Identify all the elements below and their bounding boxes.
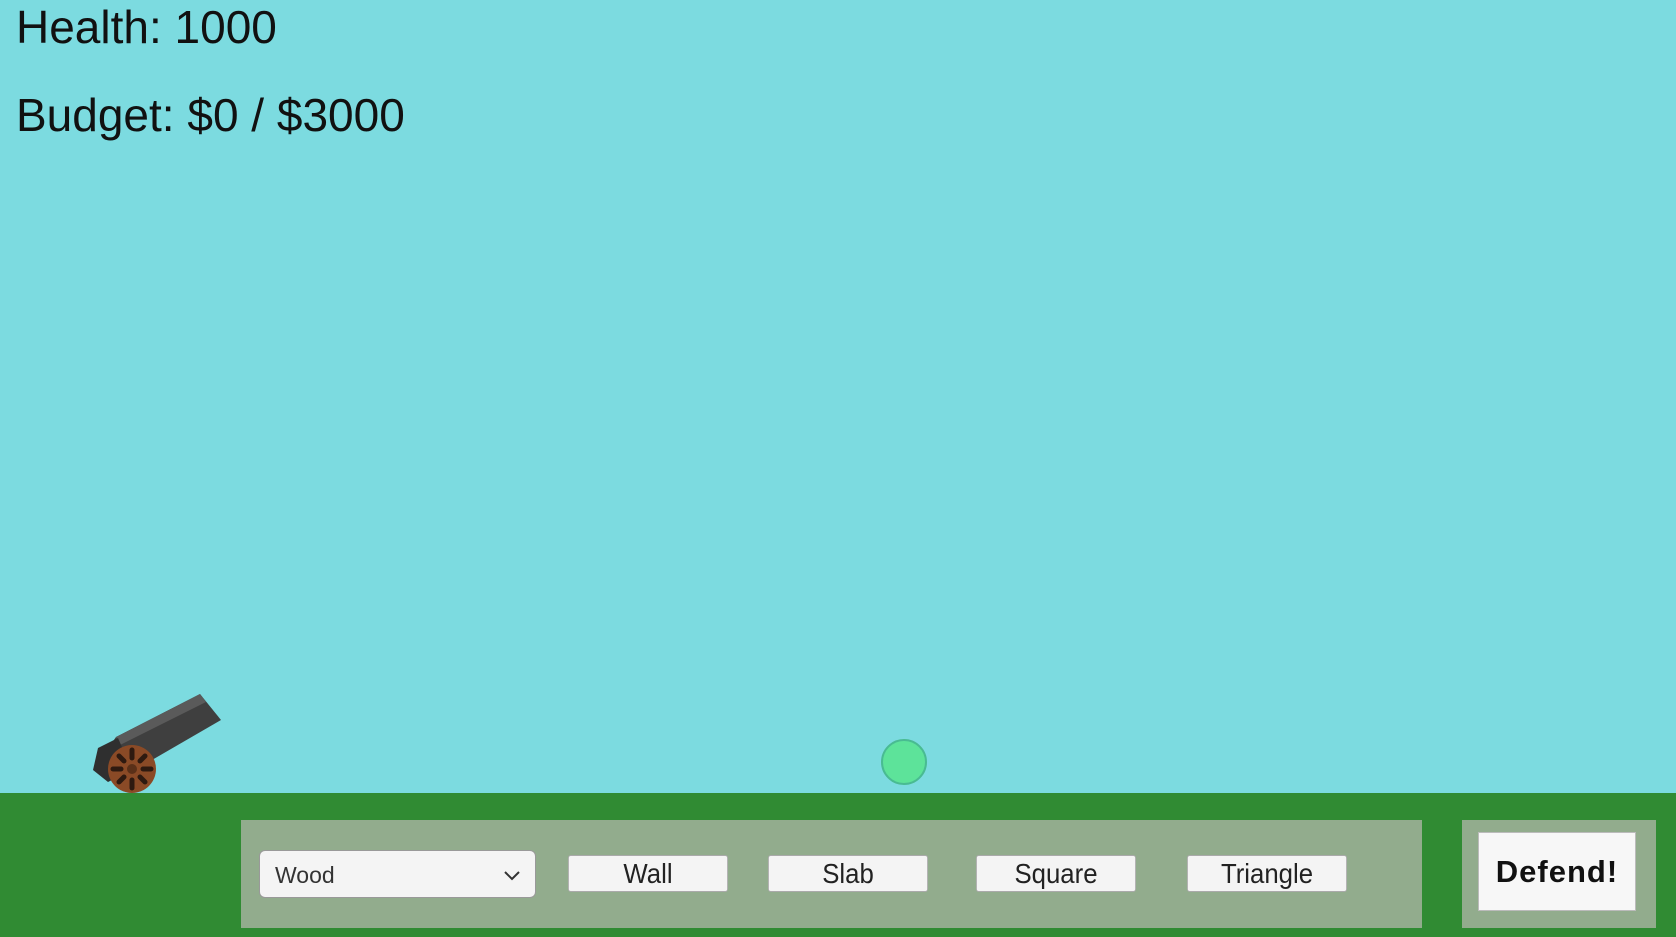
triangle-button[interactable]: Triangle bbox=[1186, 855, 1348, 892]
square-button[interactable]: Square bbox=[975, 855, 1137, 892]
material-dropdown-value: Wood bbox=[275, 862, 335, 888]
health-label: Health: 1000 bbox=[16, 1, 277, 53]
defend-panel: Defend! bbox=[1462, 820, 1656, 928]
chevron-down-icon bbox=[504, 871, 520, 881]
material-dropdown[interactable]: Wood bbox=[259, 850, 536, 898]
target-ball bbox=[881, 739, 927, 785]
wall-button[interactable]: Wall bbox=[567, 855, 729, 892]
build-panel: Wood Wall Slab Square Triangle bbox=[241, 820, 1422, 928]
slab-button[interactable]: Slab bbox=[767, 855, 929, 892]
defend-button[interactable]: Defend! bbox=[1478, 832, 1636, 911]
budget-label: Budget: $0 / $3000 bbox=[16, 89, 405, 141]
cannon-icon bbox=[93, 694, 221, 793]
